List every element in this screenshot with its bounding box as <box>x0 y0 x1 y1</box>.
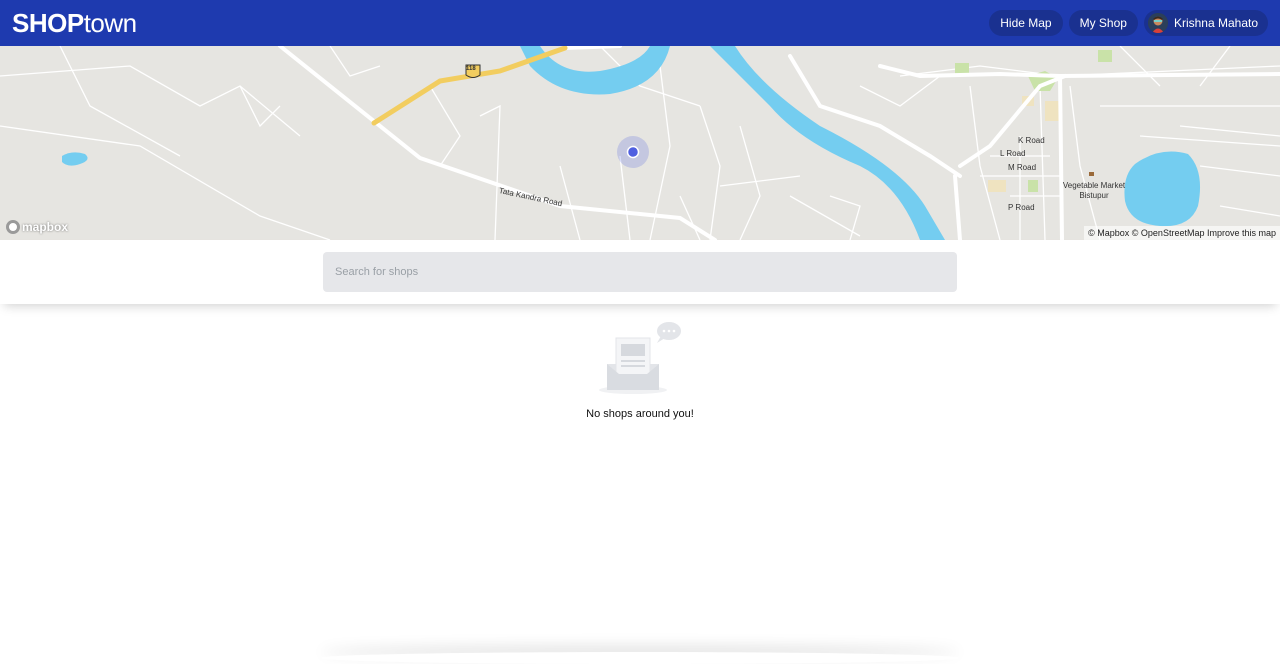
avatar <box>1148 13 1168 33</box>
my-shop-button[interactable]: My Shop <box>1069 10 1138 36</box>
app-logo[interactable]: SHOPtown <box>12 8 137 39</box>
market-poi-icon <box>1089 172 1094 176</box>
search-input[interactable] <box>323 252 957 292</box>
empty-state: No shops around you! <box>540 318 740 420</box>
bottom-sheet-edge <box>320 652 960 664</box>
app-header: SHOPtown Hide Map My Shop Krishna Mahato <box>0 0 1280 46</box>
hide-map-button[interactable]: Hide Map <box>989 10 1062 36</box>
poi-label-vegetable-market: Vegetable Market Bistupur <box>1060 181 1128 201</box>
mapbox-logo-text: mapbox <box>22 220 68 234</box>
logo-bold-text: SHOP <box>12 8 84 39</box>
logo-light-text: town <box>84 8 137 39</box>
mapbox-logo[interactable]: mapbox <box>6 220 68 234</box>
mapbox-logo-icon <box>6 220 20 234</box>
map-attribution[interactable]: © Mapbox © OpenStreetMap Improve this ma… <box>1084 226 1280 240</box>
highway-118 <box>374 48 565 123</box>
user-menu-button[interactable]: Krishna Mahato <box>1144 10 1268 36</box>
user-name: Krishna Mahato <box>1174 16 1258 30</box>
map-canvas <box>0 46 1280 240</box>
map-view[interactable]: 118 Tata Kandra Road K Road L Road M Roa… <box>0 46 1280 240</box>
search-section <box>0 240 1280 304</box>
road-label-m: M Road <box>1008 163 1036 172</box>
header-nav: Hide Map My Shop Krishna Mahato <box>989 10 1268 36</box>
highway-number-label: 118 <box>466 66 476 72</box>
empty-state-message: No shops around you! <box>540 408 740 420</box>
road-label-l: L Road <box>1000 149 1026 158</box>
road-label-p: P Road <box>1008 203 1035 212</box>
user-location-icon[interactable] <box>617 136 649 168</box>
road-label-k: K Road <box>1018 136 1045 145</box>
empty-inbox-icon <box>595 318 685 400</box>
